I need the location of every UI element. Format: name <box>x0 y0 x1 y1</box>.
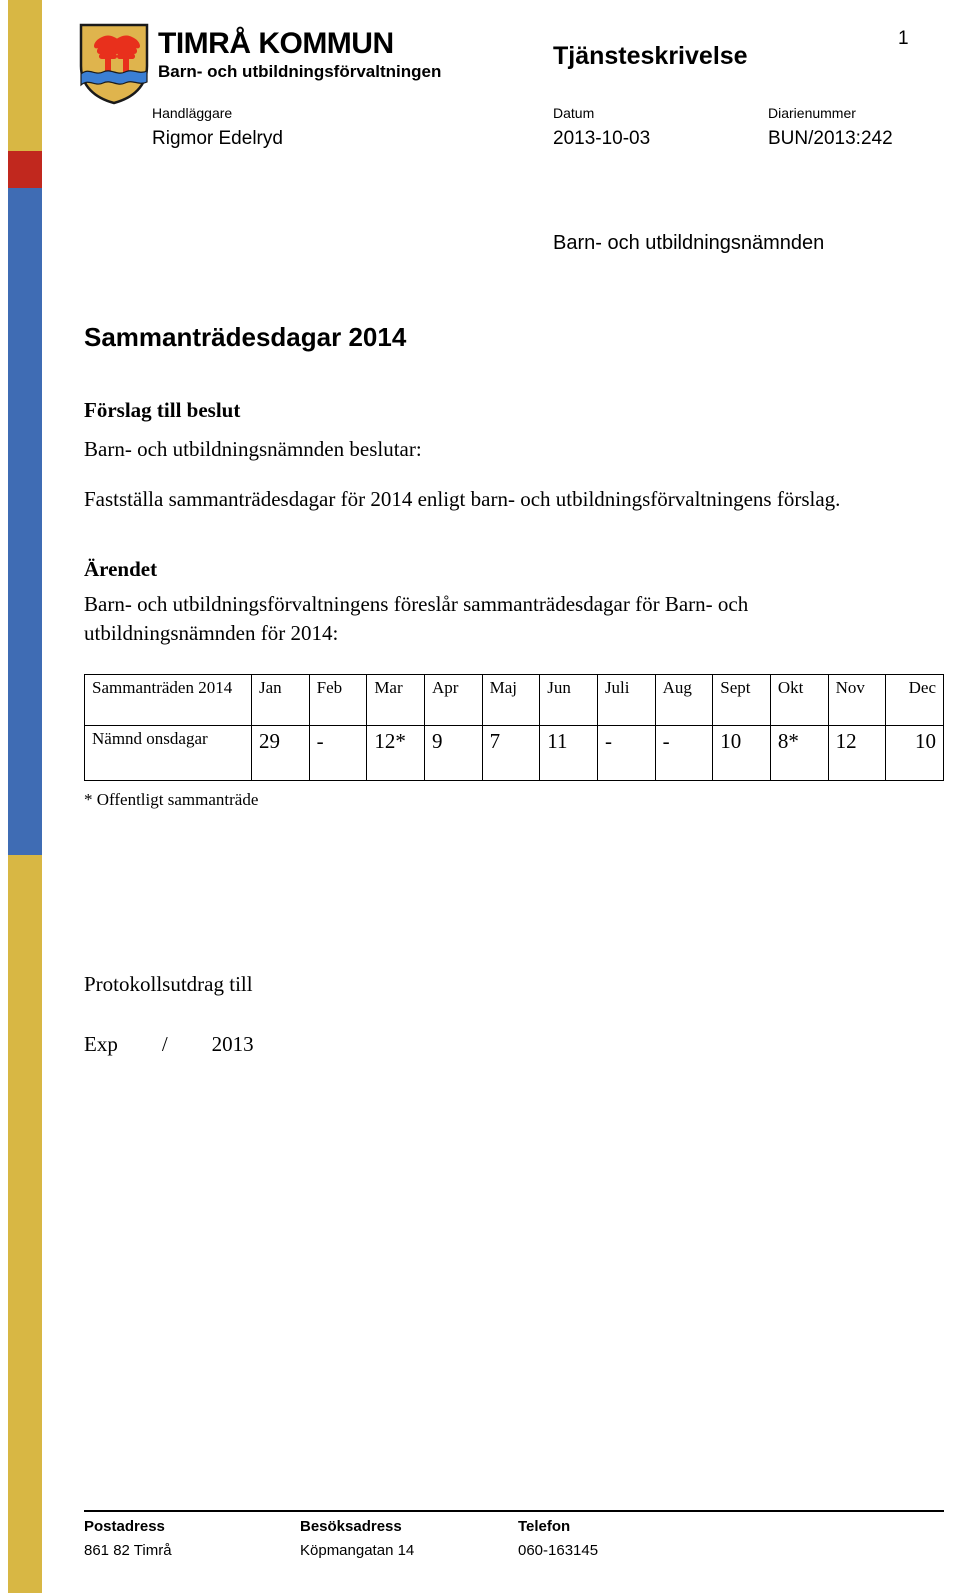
table-cell-day: 12 <box>827 725 887 781</box>
document-header: TIMRÅ KOMMUN Barn- och utbildningsförval… <box>0 0 960 200</box>
date-label: Datum <box>553 105 595 121</box>
organization-logo: TIMRÅ KOMMUN Barn- och utbildningsförval… <box>78 22 441 106</box>
table-cell-day: - <box>654 725 714 781</box>
expedition-separator: / <box>161 1032 168 1056</box>
table-cell-day: 7 <box>481 725 541 781</box>
recipient-line: Barn- och utbildningsnämnden <box>553 232 825 254</box>
table-cell-day: 10 <box>885 725 944 781</box>
sidebar-band-blue <box>8 188 42 855</box>
table-cell-day: - <box>596 725 656 781</box>
proposal-body-text: Fastställa sammanträdesdagar för 2014 en… <box>84 487 841 511</box>
table-month-header: Dec <box>885 674 944 726</box>
table-cell-day: - <box>308 725 368 781</box>
table-month-header: Apr <box>423 674 483 726</box>
footer-divider <box>84 1510 944 1512</box>
document-page: TIMRÅ KOMMUN Barn- och utbildningsförval… <box>0 0 960 1593</box>
sidebar-band-gold-bottom <box>8 855 42 1593</box>
document-type-title: Tjänsteskrivelse <box>553 42 748 70</box>
expedition-year: 2013 <box>211 1032 254 1056</box>
case-body-text-line-1: Barn- och utbildningsförvaltningens före… <box>84 592 749 616</box>
page-number: 1 <box>898 28 909 49</box>
protocol-extract-label: Protokollsutdrag till <box>84 972 253 996</box>
postal-address-label: Postadress <box>84 1518 165 1535</box>
table-month-header: Juli <box>596 674 656 726</box>
visiting-address-label: Besöksadress <box>300 1518 402 1535</box>
timra-coat-of-arms-icon <box>79 23 149 105</box>
telephone-value: 060-163145 <box>518 1542 599 1559</box>
table-row: Sammanträden 2014 Jan Feb Mar Apr Maj Ju… <box>84 674 944 726</box>
case-body-text-line-2: utbildningsnämnden för 2014: <box>84 621 339 645</box>
meeting-schedule-table: Sammanträden 2014 Jan Feb Mar Apr Maj Ju… <box>84 674 944 781</box>
table-month-header: Jun <box>539 674 598 726</box>
proposal-intro-text: Barn- och utbildningsnämnden beslutar: <box>84 437 422 461</box>
telephone-label: Telefon <box>518 1518 571 1535</box>
table-month-header: Maj <box>481 674 541 726</box>
table-row-header-label: Sammanträden 2014 <box>84 674 252 726</box>
logo-wordmark: TIMRÅ KOMMUN Barn- och utbildningsförval… <box>158 22 441 82</box>
table-month-header: Nov <box>827 674 887 726</box>
table-cell-day: 8* <box>769 725 829 781</box>
handler-value: Rigmor Edelryd <box>152 128 283 149</box>
table-cell-day: 10 <box>712 725 771 781</box>
expedition-line: Exp / 2013 <box>84 1032 254 1057</box>
table-month-header: Feb <box>308 674 368 726</box>
proposal-heading: Förslag till beslut <box>84 398 241 422</box>
case-heading: Ärendet <box>84 557 158 581</box>
table-row: Nämnd onsdagar 29 - 12* 9 7 11 - - 10 8*… <box>84 725 944 781</box>
table-cell-day: 11 <box>539 725 598 781</box>
table-month-header: Okt <box>769 674 829 726</box>
table-footnote: * Offentligt sammanträde <box>84 790 259 809</box>
table-row-header-label: Nämnd onsdagar <box>84 725 252 781</box>
diary-number-label: Diarienummer <box>768 105 856 121</box>
table-month-header: Mar <box>366 674 425 726</box>
diary-number-value: BUN/2013:242 <box>768 128 893 149</box>
table-month-header: Jan <box>251 674 310 726</box>
visiting-address-value: Köpmangatan 14 <box>300 1542 415 1559</box>
handler-label: Handläggare <box>152 105 233 121</box>
table-month-header: Aug <box>654 674 714 726</box>
date-value: 2013-10-03 <box>553 128 651 149</box>
expedition-label: Exp <box>84 1032 118 1056</box>
table-cell-day: 29 <box>251 725 310 781</box>
postal-address-value: 861 82 Timrå <box>84 1542 172 1559</box>
table-month-header: Sept <box>712 674 771 726</box>
table-cell-day: 9 <box>423 725 483 781</box>
organization-name: TIMRÅ KOMMUN <box>158 27 394 60</box>
department-name: Barn- och utbildningsförvaltningen <box>158 61 442 81</box>
page-title: Sammanträdesdagar 2014 <box>84 322 407 352</box>
table-cell-day: 12* <box>366 725 425 781</box>
